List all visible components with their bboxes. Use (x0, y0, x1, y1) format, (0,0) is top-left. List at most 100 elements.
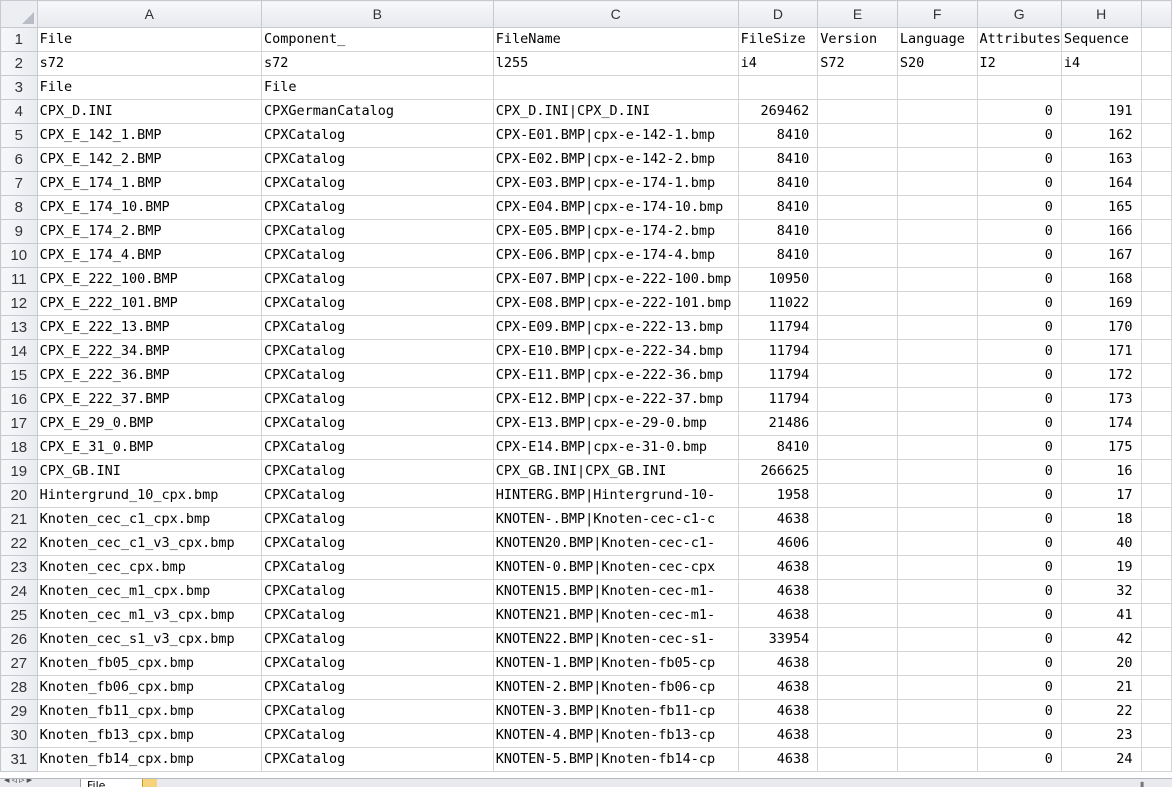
cell-c15[interactable]: CPX-E11.BMP|cpx-e-222-36.bmp (492, 363, 739, 388)
cell-a11[interactable]: CPX_E_222_100.BMP (36, 267, 262, 292)
cell-b21[interactable]: CPXCatalog (260, 507, 494, 532)
cell-h29[interactable]: 22 (1060, 699, 1142, 724)
cell-f4[interactable] (896, 99, 978, 124)
cell-b28[interactable]: CPXCatalog (260, 675, 494, 700)
cell-empty[interactable] (1140, 339, 1172, 364)
cell-a4[interactable]: CPX_D.INI (36, 99, 262, 124)
cell-e7[interactable] (817, 171, 898, 196)
cell-d16[interactable]: 11794 (737, 387, 819, 412)
cell-c3[interactable] (492, 75, 739, 100)
cell-f1[interactable]: Language (896, 27, 978, 52)
cell-f29[interactable] (896, 699, 978, 724)
cell-b27[interactable]: CPXCatalog (260, 651, 494, 676)
cell-b18[interactable]: CPXCatalog (260, 435, 494, 460)
cell-empty[interactable] (1140, 507, 1172, 532)
cell-b14[interactable]: CPXCatalog (260, 339, 494, 364)
cell-h10[interactable]: 167 (1060, 243, 1142, 268)
cell-h26[interactable]: 42 (1060, 627, 1142, 652)
cell-empty[interactable] (1140, 555, 1172, 580)
cell-h22[interactable]: 40 (1060, 531, 1142, 556)
cell-f22[interactable] (896, 531, 978, 556)
cell-empty[interactable] (1140, 411, 1172, 436)
row-header[interactable]: 23 (0, 555, 38, 580)
cell-g24[interactable]: 0 (976, 579, 1062, 604)
cell-e18[interactable] (817, 435, 898, 460)
cell-e25[interactable] (817, 603, 898, 628)
cell-h14[interactable]: 171 (1060, 339, 1142, 364)
cell-d11[interactable]: 10950 (737, 267, 819, 292)
cell-f9[interactable] (896, 219, 978, 244)
cell-a31[interactable]: Knoten_fb14_cpx.bmp (36, 747, 262, 772)
row-header[interactable]: 3 (0, 75, 38, 100)
cell-e31[interactable] (817, 747, 898, 772)
cell-f17[interactable] (896, 411, 978, 436)
cell-f12[interactable] (896, 291, 978, 316)
cell-f27[interactable] (896, 651, 978, 676)
cell-f2[interactable]: S20 (896, 51, 978, 76)
cell-f16[interactable] (896, 387, 978, 412)
cell-a22[interactable]: Knoten_cec_c1_v3_cpx.bmp (36, 531, 262, 556)
cell-g7[interactable]: 0 (976, 171, 1062, 196)
cell-g25[interactable]: 0 (976, 603, 1062, 628)
cell-f28[interactable] (896, 675, 978, 700)
cell-g21[interactable]: 0 (976, 507, 1062, 532)
cell-e16[interactable] (817, 387, 898, 412)
cell-e9[interactable] (817, 219, 898, 244)
cell-g6[interactable]: 0 (976, 147, 1062, 172)
cell-a28[interactable]: Knoten_fb06_cpx.bmp (36, 675, 262, 700)
row-header[interactable]: 2 (0, 51, 38, 76)
cell-h7[interactable]: 164 (1060, 171, 1142, 196)
cell-e10[interactable] (817, 243, 898, 268)
cell-d4[interactable]: 269462 (737, 99, 819, 124)
cell-a1[interactable]: File (36, 27, 262, 52)
cell-g13[interactable]: 0 (976, 315, 1062, 340)
cell-g2[interactable]: I2 (976, 51, 1062, 76)
row-header[interactable]: 29 (0, 699, 38, 724)
cell-h24[interactable]: 32 (1060, 579, 1142, 604)
cell-b1[interactable]: Component_ (260, 27, 494, 52)
cell-d30[interactable]: 4638 (737, 723, 819, 748)
cell-empty[interactable] (1140, 483, 1172, 508)
cell-c17[interactable]: CPX-E13.BMP|cpx-e-29-0.bmp (492, 411, 739, 436)
cell-g8[interactable]: 0 (976, 195, 1062, 220)
cell-c5[interactable]: CPX-E01.BMP|cpx-e-142-1.bmp (492, 123, 739, 148)
cell-c18[interactable]: CPX-E14.BMP|cpx-e-31-0.bmp (492, 435, 739, 460)
cell-d9[interactable]: 8410 (737, 219, 819, 244)
cell-c16[interactable]: CPX-E12.BMP|cpx-e-222-37.bmp (492, 387, 739, 412)
cell-c13[interactable]: CPX-E09.BMP|cpx-e-222-13.bmp (492, 315, 739, 340)
cell-h6[interactable]: 163 (1060, 147, 1142, 172)
cell-empty[interactable] (1140, 123, 1172, 148)
cell-h27[interactable]: 20 (1060, 651, 1142, 676)
cell-e4[interactable] (817, 99, 898, 124)
cell-a14[interactable]: CPX_E_222_34.BMP (36, 339, 262, 364)
cell-b26[interactable]: CPXCatalog (260, 627, 494, 652)
cell-d28[interactable]: 4638 (737, 675, 819, 700)
cell-e26[interactable] (817, 627, 898, 652)
cell-a12[interactable]: CPX_E_222_101.BMP (36, 291, 262, 316)
row-header[interactable]: 6 (0, 147, 38, 172)
cell-e2[interactable]: S72 (817, 51, 898, 76)
cell-b23[interactable]: CPXCatalog (260, 555, 494, 580)
cell-a20[interactable]: Hintergrund_10_cpx.bmp (36, 483, 262, 508)
cell-d23[interactable]: 4638 (737, 555, 819, 580)
cell-c2[interactable]: l255 (492, 51, 739, 76)
select-all-icon[interactable] (0, 0, 38, 28)
cell-d5[interactable]: 8410 (737, 123, 819, 148)
row-header[interactable]: 12 (0, 291, 38, 316)
column-header-h[interactable]: H (1060, 0, 1142, 28)
cell-d14[interactable]: 11794 (737, 339, 819, 364)
cell-h13[interactable]: 170 (1060, 315, 1142, 340)
cell-a15[interactable]: CPX_E_222_36.BMP (36, 363, 262, 388)
cell-c14[interactable]: CPX-E10.BMP|cpx-e-222-34.bmp (492, 339, 739, 364)
cell-d2[interactable]: i4 (737, 51, 819, 76)
cell-empty[interactable] (1140, 651, 1172, 676)
cell-empty[interactable] (1140, 603, 1172, 628)
cell-b7[interactable]: CPXCatalog (260, 171, 494, 196)
cell-f19[interactable] (896, 459, 978, 484)
cell-empty[interactable] (1140, 51, 1172, 76)
row-header[interactable]: 14 (0, 339, 38, 364)
cell-g17[interactable]: 0 (976, 411, 1062, 436)
cell-empty[interactable] (1140, 579, 1172, 604)
cell-e30[interactable] (817, 723, 898, 748)
cell-c9[interactable]: CPX-E05.BMP|cpx-e-174-2.bmp (492, 219, 739, 244)
